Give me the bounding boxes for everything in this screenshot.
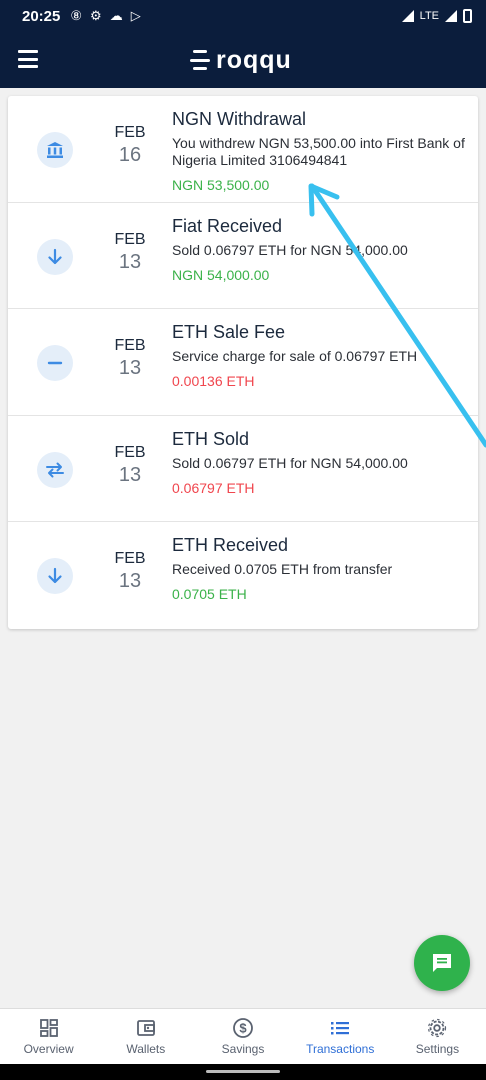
brand: roqqu: [190, 42, 292, 78]
transaction-month: FEB: [114, 443, 146, 461]
settings-small-icon: ⚙: [90, 8, 102, 23]
transaction-month: FEB: [114, 550, 146, 568]
app-bar: roqqu: [0, 32, 486, 88]
minus-icon: [37, 345, 73, 382]
transaction-month: FEB: [114, 230, 146, 248]
transaction-row[interactable]: FEB 16 NGN Withdrawal You withdrew NGN 5…: [8, 96, 478, 203]
nav-label: Wallets: [126, 1042, 166, 1056]
transaction-details: NGN Withdrawal You withdrew NGN 53,500.0…: [172, 108, 472, 193]
transaction-day: 13: [118, 570, 142, 593]
nav-label: Settings: [415, 1042, 460, 1056]
signal-icon: [401, 10, 414, 22]
transaction-date: FEB 13: [100, 444, 160, 487]
battery-icon: [463, 9, 472, 23]
transaction-title: Fiat Received: [172, 215, 283, 236]
hamburger-menu-icon[interactable]: [18, 50, 38, 68]
brand-name: roqqu: [216, 45, 292, 74]
transaction-description: Received 0.0705 ETH from transfer: [172, 561, 393, 578]
transaction-row[interactable]: FEB 13 ETH Sold Sold 0.06797 ETH for NGN…: [8, 416, 478, 523]
nav-overview[interactable]: Overview: [0, 1009, 97, 1064]
transaction-date: FEB 13: [100, 231, 160, 274]
nav-label: Overview: [23, 1042, 74, 1056]
transaction-day: 13: [118, 463, 142, 486]
gear-icon: [426, 1017, 448, 1039]
nav-label: Savings: [221, 1042, 265, 1056]
transaction-title: ETH Sale Fee: [172, 322, 286, 343]
status-time: 20:25: [22, 7, 61, 25]
network-type: LTE: [419, 10, 439, 22]
status-notification-icons: ⑧ ⚙ ☁ ▷: [70, 8, 140, 24]
transaction-details: ETH Sold Sold 0.06797 ETH for NGN 54,000…: [172, 428, 472, 496]
transaction-amount: 0.00136 ETH: [172, 373, 255, 390]
status-bar: 20:25 ⑧ ⚙ ☁ ▷ LTE: [0, 0, 486, 32]
transaction-description: You withdrew NGN 53,500.00 into First Ba…: [172, 135, 465, 168]
transaction-details: ETH Sale Fee Service charge for sale of …: [172, 321, 472, 389]
transaction-date: FEB 16: [100, 124, 160, 167]
transaction-description: Sold 0.06797 ETH for NGN 54,000.00: [172, 241, 408, 258]
transaction-month: FEB: [114, 124, 146, 141]
nav-savings[interactable]: $ Savings: [194, 1009, 291, 1064]
signal-icon-2: [445, 10, 457, 22]
bottom-navigation: Overview Wallets $ Savings Transactions …: [0, 1008, 486, 1064]
play-store-icon: ▷: [130, 8, 141, 23]
nav-transactions[interactable]: Transactions: [292, 1009, 389, 1064]
transaction-day: 16: [118, 144, 142, 166]
transaction-details: Fiat Received Sold 0.06797 ETH for NGN 5…: [172, 215, 472, 283]
bank-icon: [37, 132, 73, 168]
transaction-details: ETH Received Received 0.0705 ETH from tr…: [172, 534, 472, 602]
cloud-icon: ☁: [109, 8, 123, 23]
nav-settings[interactable]: Settings: [389, 1009, 486, 1064]
dollar-circle-icon: $: [232, 1017, 254, 1039]
transaction-title: ETH Sold: [172, 428, 250, 449]
transaction-row[interactable]: FEB 13 ETH Sale Fee Service charge for s…: [8, 309, 478, 416]
arrow-down-icon: [37, 238, 73, 275]
wallet-icon: [136, 1017, 156, 1039]
transaction-month: FEB: [114, 337, 146, 355]
arrow-down-icon: [37, 558, 73, 595]
dashboard-icon: [39, 1017, 59, 1039]
swap-icon: [37, 451, 73, 488]
chat-button[interactable]: [414, 935, 470, 991]
home-gesture-handle[interactable]: [206, 1070, 280, 1073]
list-icon: [330, 1017, 350, 1039]
transaction-row[interactable]: FEB 13 ETH Received Received 0.0705 ETH …: [8, 522, 478, 629]
transactions-list: FEB 16 NGN Withdrawal You withdrew NGN 5…: [8, 96, 478, 629]
transaction-title: NGN Withdrawal: [172, 109, 307, 129]
transaction-title: ETH Received: [172, 535, 289, 556]
transaction-day: 13: [118, 250, 142, 273]
nav-wallets[interactable]: Wallets: [97, 1009, 194, 1064]
transaction-amount: NGN 54,000.00: [172, 266, 270, 283]
status-system-icons: LTE: [401, 9, 472, 23]
transaction-amount: 0.06797 ETH: [172, 479, 255, 496]
transaction-date: FEB 13: [100, 550, 160, 593]
transaction-amount: NGN 53,500.00: [172, 177, 270, 193]
transaction-row[interactable]: FEB 13 Fiat Received Sold 0.06797 ETH fo…: [8, 203, 478, 310]
svg-text:$: $: [239, 1021, 247, 1036]
system-gesture-bar: [0, 1064, 486, 1080]
transaction-description: Service charge for sale of 0.06797 ETH: [172, 348, 418, 365]
b-badge-icon: ⑧: [70, 8, 83, 23]
transaction-date: FEB 13: [100, 337, 160, 380]
roqqu-logo-icon: [190, 50, 210, 70]
transaction-description: Sold 0.06797 ETH for NGN 54,000.00: [172, 454, 408, 471]
nav-label: Transactions: [306, 1042, 375, 1056]
chat-icon: [433, 954, 451, 972]
transaction-day: 13: [118, 357, 142, 380]
transaction-amount: 0.0705 ETH: [172, 586, 247, 603]
